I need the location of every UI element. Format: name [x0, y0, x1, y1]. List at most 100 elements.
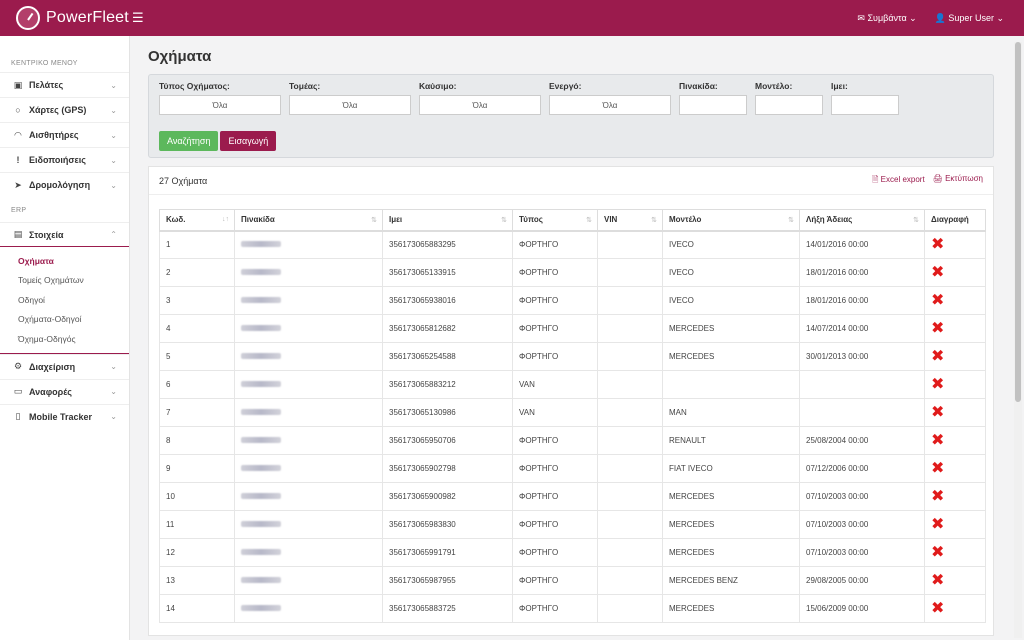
table-cell: 15/06/2009 00:00 — [799, 594, 925, 623]
table-row[interactable]: 6 356173065883212 VAN ✖ — [159, 370, 986, 399]
sidebar-item-label: Ειδοποιήσεις — [29, 155, 86, 165]
plate-input[interactable] — [679, 95, 747, 115]
delete-x-icon[interactable]: ✖ — [931, 572, 944, 589]
table-cell: 07/10/2003 00:00 — [799, 482, 925, 511]
table-row[interactable]: 14 356173065883725 ΦΟΡΤΗΓΟ MERCEDES 15/06/20… — [159, 594, 986, 623]
table-row[interactable]: 4 356173065812682 ΦΟΡΤΗΓΟ MERCEDES 14/07/201… — [159, 314, 986, 343]
sidebar: ΚΕΝΤΡΙΚΟ ΜΕΝΟΥ ▣ Πελάτες ⌄ ○ Χάρτες (GPS… — [0, 36, 130, 640]
page-scrollbar[interactable] — [1014, 42, 1022, 638]
model-input[interactable] — [755, 95, 823, 115]
events-label: Συμβάντα — [867, 12, 907, 23]
table-row[interactable]: 12 356173065991791 ΦΟΡΤΗΓΟ MERCEDES 07/10/20… — [159, 538, 986, 567]
table-row[interactable]: 9 356173065902798 ΦΟΡΤΗΓΟ FIAT IVECO 07/12/2… — [159, 454, 986, 483]
column-header-label: Κωδ. — [166, 215, 186, 225]
table-row[interactable]: 5 356173065254588 ΦΟΡΤΗΓΟ MERCEDES 30/01/201… — [159, 342, 986, 371]
excel-export-link[interactable]: 🗎 Excel export — [872, 174, 925, 188]
table-row[interactable]: 1 356173065883295 ΦΟΡΤΗΓΟ IVECO 14/01/2016 0… — [159, 230, 986, 259]
sidebar-item-mobile-tracker[interactable]: ▯ Mobile Tracker ⌄ — [0, 403, 129, 429]
delete-x-icon[interactable]: ✖ — [931, 236, 944, 253]
sidebar-item-αναφορές[interactable]: ▭ Αναφορές ⌄ — [0, 378, 129, 404]
top-navbar: PowerFleet ☰ ✉ Συμβάντα ⌄ 👤 Super User ⌄ — [0, 0, 1024, 36]
user-dropdown[interactable]: 👤 Super User ⌄ — [935, 13, 1004, 24]
column-header[interactable]: Διαγραφή — [924, 209, 986, 232]
table-cell: 356173065133915 — [382, 258, 513, 287]
table-row[interactable]: 7 356173065130986 VAN MAN ✖ — [159, 398, 986, 427]
sort-icon[interactable]: ⇅ — [788, 216, 794, 224]
sidebar-item-label: Διαχείριση — [29, 361, 76, 372]
column-header[interactable]: Τύπος ⇅ — [512, 209, 598, 232]
delete-x-icon[interactable]: ✖ — [931, 376, 944, 393]
sidebar-item-χάρτες-gps-[interactable]: ○ Χάρτες (GPS) ⌄ — [0, 97, 129, 122]
delete-x-icon[interactable]: ✖ — [931, 264, 944, 281]
table-cell: 356173065991791 — [382, 538, 513, 567]
delete-x-icon[interactable]: ✖ — [931, 516, 944, 533]
table-cell: ΦΟΡΤΗΓΟ — [512, 538, 598, 567]
events-dropdown[interactable]: ✉ Συμβάντα ⌄ — [857, 13, 916, 24]
sidebar-item-δρομολόγηση[interactable]: ➤ Δρομολόγηση ⌄ — [0, 172, 129, 197]
table-cell — [234, 230, 383, 259]
sector-select[interactable]: Όλα — [289, 95, 411, 115]
sidebar-item-ειδοποιήσεις[interactable]: ! Ειδοποιήσεις ⌄ — [0, 147, 129, 172]
table-cell: MERCEDES — [662, 314, 800, 343]
sort-icon[interactable]: ⇅ — [913, 216, 919, 224]
sort-icon[interactable]: ⇅ — [501, 216, 507, 224]
table-row[interactable]: 11 356173065983830 ΦΟΡΤΗΓΟ MERCEDES 07/10/20… — [159, 510, 986, 539]
hamburger-menu-icon[interactable]: ☰ — [132, 10, 144, 26]
sidebar-item-διαχείριση[interactable]: ⚙ Διαχείριση ⌄ — [0, 353, 129, 379]
delete-x-icon[interactable]: ✖ — [931, 544, 944, 561]
sidebar-subitem[interactable]: Όχημα-Οδηγός — [0, 329, 129, 349]
brand[interactable]: PowerFleet — [0, 6, 130, 30]
imei-input[interactable] — [831, 95, 899, 115]
table-row[interactable]: 10 356173065900982 ΦΟΡΤΗΓΟ MERCEDES 07/10/20… — [159, 482, 986, 511]
column-header[interactable]: Πινακίδα ⇅ — [234, 209, 383, 232]
table-cell: MERCEDES BENZ — [662, 566, 800, 595]
redacted-plate — [241, 325, 281, 331]
scrollbar-thumb[interactable] — [1015, 42, 1021, 402]
delete-x-icon[interactable]: ✖ — [931, 404, 944, 421]
delete-x-icon[interactable]: ✖ — [931, 488, 944, 505]
sidebar-subitem[interactable]: Τομείς Οχημάτων — [0, 271, 129, 291]
delete-x-icon[interactable]: ✖ — [931, 320, 944, 337]
delete-x-icon[interactable]: ✖ — [931, 600, 944, 617]
sidebar-item-αισθητήρες[interactable]: ◠ Αισθητήρες ⌄ — [0, 122, 129, 147]
table-cell — [234, 258, 383, 287]
delete-x-icon[interactable]: ✖ — [931, 348, 944, 365]
table-row[interactable]: 13 356173065987955 ΦΟΡΤΗΓΟ MERCEDES BENZ 29/… — [159, 566, 986, 595]
fuel-select[interactable]: Όλα — [419, 95, 541, 115]
column-header[interactable]: VIN ⇅ — [597, 209, 663, 232]
delete-x-icon[interactable]: ✖ — [931, 292, 944, 309]
sidebar-item-label: Στοιχεία — [29, 229, 64, 240]
sidebar-subitem[interactable]: Οδηγοί — [0, 290, 129, 310]
sidebar-item-stoixeia[interactable]: ▤ Στοιχεία ⌃ — [0, 222, 129, 247]
vehicle-type-select[interactable]: Όλα — [159, 95, 281, 115]
sort-icon[interactable]: ⇅ — [586, 216, 592, 224]
table-cell: ✖ — [924, 286, 986, 315]
search-button[interactable]: Αναζήτηση — [159, 131, 219, 151]
table-cell — [234, 398, 383, 427]
redacted-plate — [241, 465, 281, 471]
delete-x-icon[interactable]: ✖ — [931, 432, 944, 449]
column-header[interactable]: Ιμει ⇅ — [382, 209, 513, 232]
delete-x-icon[interactable]: ✖ — [931, 460, 944, 477]
table-row[interactable]: 8 356173065950706 ΦΟΡΤΗΓΟ RENAULT 25/08/2004… — [159, 426, 986, 455]
insert-button[interactable]: Εισαγωγή — [220, 131, 277, 151]
sort-icon[interactable]: ⇅ — [651, 216, 657, 224]
print-label: Εκτύπωση — [945, 173, 983, 183]
table-row[interactable]: 2 356173065133915 ΦΟΡΤΗΓΟ IVECO 18/01/2016 0… — [159, 258, 986, 287]
sort-icon[interactable]: ⇅ — [371, 216, 377, 224]
table-cell: 4 — [159, 314, 235, 343]
table-cell: ✖ — [924, 370, 986, 399]
sidebar-subitem[interactable]: Οχήματα-Οδηγοί — [0, 310, 129, 330]
sidebar-subitem[interactable]: Οχήματα — [0, 251, 129, 271]
table-cell: IVECO — [662, 286, 800, 315]
column-header[interactable]: Λήξη Άδειας ⇅ — [799, 209, 925, 232]
active-select[interactable]: Όλα — [549, 95, 671, 115]
table-cell: MERCEDES — [662, 342, 800, 371]
print-link[interactable]: 🖨 Εκτύπωση — [933, 174, 983, 188]
column-header[interactable]: Κωδ. ↓↑ — [159, 209, 235, 232]
sidebar-item-πελάτες[interactable]: ▣ Πελάτες ⌄ — [0, 72, 129, 97]
table-row[interactable]: 3 356173065938016 ΦΟΡΤΗΓΟ IVECO 18/01/2016 0… — [159, 286, 986, 315]
column-header[interactable]: Μοντέλο ⇅ — [662, 209, 800, 232]
sort-icon[interactable]: ↓↑ — [222, 216, 229, 223]
table-cell: 07/10/2003 00:00 — [799, 510, 925, 539]
